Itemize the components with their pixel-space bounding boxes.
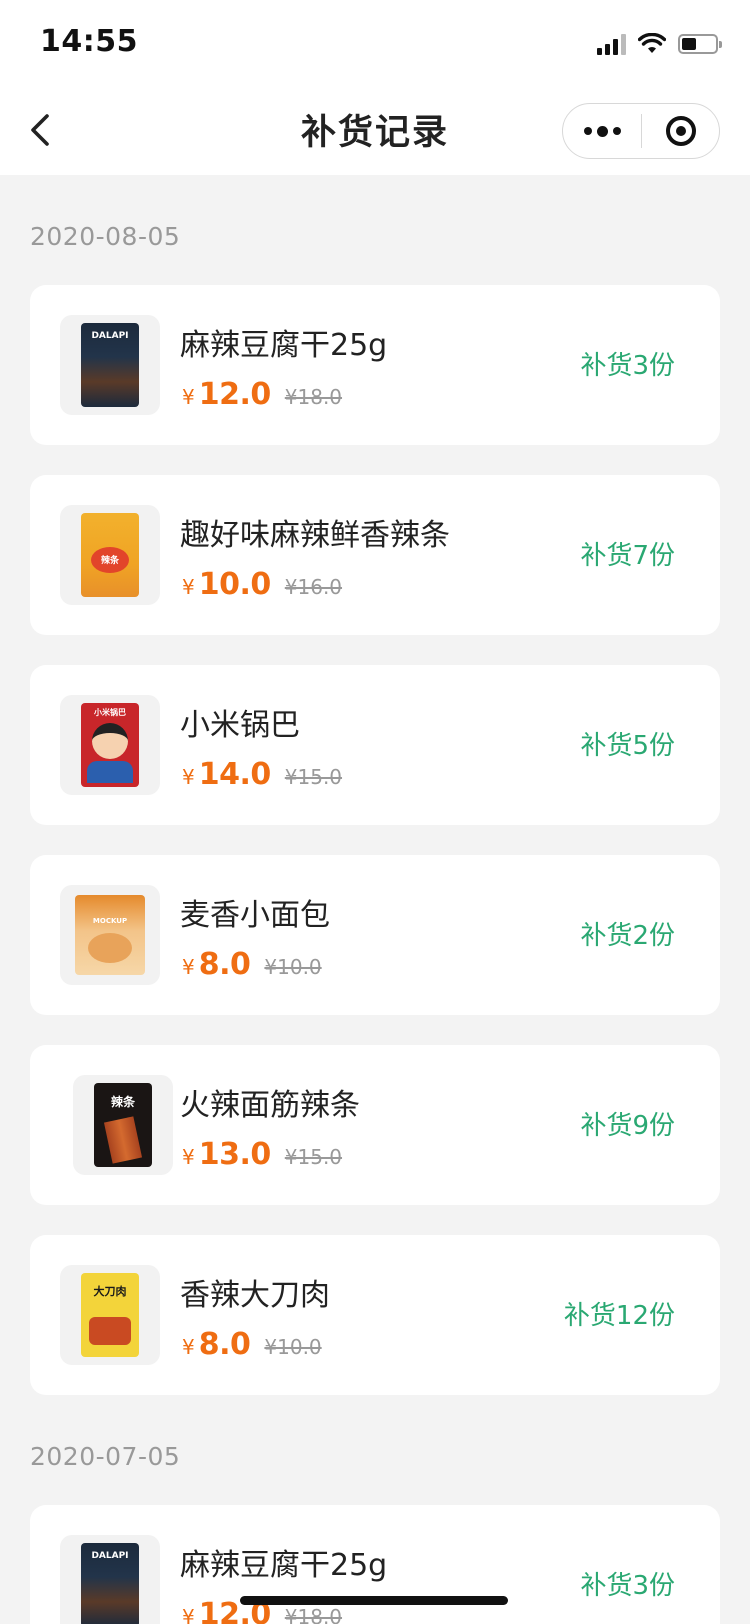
package-brand: MOCKUP xyxy=(92,917,128,925)
home-indicator xyxy=(240,1596,508,1605)
dadao-meat-package-icon: 大刀肉 xyxy=(81,1273,139,1357)
restock-card[interactable]: DALAPI 麻辣豆腐干25g ¥ 12.0 ¥18.0 补货3份 xyxy=(30,285,720,445)
restock-card[interactable]: 大刀肉 香辣大刀肉 ¥ 8.0 ¥10.0 补货12份 xyxy=(30,1235,720,1395)
product-thumbnail: MOCKUP xyxy=(60,885,160,985)
product-name: 香辣大刀肉 xyxy=(180,1278,330,1313)
product-thumbnail: 辣条 xyxy=(73,1075,173,1175)
package-brand: 辣条 xyxy=(100,556,119,566)
restock-card[interactable]: 辣条 趣好味麻辣鲜香辣条 ¥ 10.0 ¥16.0 补货7份 xyxy=(30,475,720,635)
currency-symbol: ¥ xyxy=(182,385,195,409)
close-miniprogram-icon[interactable] xyxy=(642,104,719,158)
original-price: ¥18.0 xyxy=(284,1605,343,1624)
currency-symbol: ¥ xyxy=(182,955,195,979)
battery-icon xyxy=(678,34,722,54)
price-row: ¥ 8.0 ¥10.0 xyxy=(182,1327,322,1362)
product-name: 麻辣豆腐干25g xyxy=(180,1548,388,1583)
group-date: 2020-08-05 xyxy=(30,222,181,251)
top-bar: 14:55 补货记录 xyxy=(0,0,750,175)
dried-tofu-package-icon: DALAPI xyxy=(81,323,139,407)
sale-price: 8.0 xyxy=(198,1327,251,1362)
gluten-strip-package-icon: 辣条 xyxy=(94,1083,152,1167)
package-brand: 小米锅巴 xyxy=(94,708,126,717)
original-price: ¥15.0 xyxy=(284,1145,343,1169)
restock-records-page: 14:55 补货记录 2020-08-05 DALAPI 麻辣豆腐干25g ¥ … xyxy=(0,0,750,1624)
currency-symbol: ¥ xyxy=(182,765,195,789)
package-brand: 辣条 xyxy=(110,1095,135,1109)
dried-tofu-package-icon: DALAPI xyxy=(81,1543,139,1624)
restock-quantity: 补货9份 xyxy=(580,1111,675,1141)
original-price: ¥18.0 xyxy=(284,385,343,409)
spicy-strip-package-icon: 辣条 xyxy=(81,513,139,597)
product-thumbnail: DALAPI xyxy=(60,1535,160,1624)
status-icons xyxy=(597,30,722,58)
restock-quantity: 补货12份 xyxy=(563,1301,675,1331)
sale-price: 8.0 xyxy=(198,947,251,982)
currency-symbol: ¥ xyxy=(182,1605,195,1624)
sale-price: 13.0 xyxy=(198,1137,272,1172)
bread-package-icon: MOCKUP xyxy=(75,895,145,975)
currency-symbol: ¥ xyxy=(182,575,195,599)
product-name: 趣好味麻辣鲜香辣条 xyxy=(180,518,450,553)
currency-symbol: ¥ xyxy=(182,1145,195,1169)
price-row: ¥ 8.0 ¥10.0 xyxy=(182,947,322,982)
restock-card[interactable]: DALAPI 麻辣豆腐干25g ¥ 12.0 ¥18.0 补货3份 xyxy=(30,1505,720,1624)
rice-crust-package-icon: 小米锅巴 xyxy=(81,703,139,787)
more-options-icon[interactable] xyxy=(563,104,641,158)
restock-card[interactable]: 小米锅巴 小米锅巴 ¥ 14.0 ¥15.0 补货5份 xyxy=(30,665,720,825)
sale-price: 14.0 xyxy=(198,757,272,792)
signal-icon xyxy=(597,33,626,55)
currency-symbol: ¥ xyxy=(182,1335,195,1359)
original-price: ¥15.0 xyxy=(284,765,343,789)
restock-quantity: 补货5份 xyxy=(580,731,675,761)
wifi-icon xyxy=(638,33,666,53)
product-thumbnail: 大刀肉 xyxy=(60,1265,160,1365)
package-brand: DALAPI xyxy=(91,331,129,341)
restock-quantity: 补货3份 xyxy=(580,1571,675,1601)
original-price: ¥16.0 xyxy=(284,575,343,599)
package-brand: DALAPI xyxy=(91,1551,129,1561)
product-thumbnail: DALAPI xyxy=(60,315,160,415)
price-row: ¥ 13.0 ¥15.0 xyxy=(182,1137,342,1172)
product-thumbnail: 辣条 xyxy=(60,505,160,605)
restock-card[interactable]: MOCKUP 麦香小面包 ¥ 8.0 ¥10.0 补货2份 xyxy=(30,855,720,1015)
restock-quantity: 补货2份 xyxy=(580,921,675,951)
restock-card[interactable]: 辣条 火辣面筋辣条 ¥ 13.0 ¥15.0 补货9份 xyxy=(30,1045,720,1205)
group-date: 2020-07-05 xyxy=(30,1442,181,1471)
restock-quantity: 补货7份 xyxy=(580,541,675,571)
original-price: ¥10.0 xyxy=(264,955,322,979)
product-name: 小米锅巴 xyxy=(180,708,300,743)
price-row: ¥ 10.0 ¥16.0 xyxy=(182,567,342,602)
package-brand: 大刀肉 xyxy=(93,1285,127,1298)
price-row: ¥ 12.0 ¥18.0 xyxy=(182,377,342,412)
product-thumbnail: 小米锅巴 xyxy=(60,695,160,795)
original-price: ¥10.0 xyxy=(264,1335,322,1359)
mini-program-capsule xyxy=(562,103,720,159)
sale-price: 10.0 xyxy=(198,567,272,602)
price-row: ¥ 14.0 ¥15.0 xyxy=(182,757,342,792)
product-name: 麻辣豆腐干25g xyxy=(180,328,388,363)
restock-quantity: 补货3份 xyxy=(580,351,675,381)
status-time: 14:55 xyxy=(40,24,138,59)
product-name: 麦香小面包 xyxy=(180,898,330,933)
product-name: 火辣面筋辣条 xyxy=(180,1088,360,1123)
sale-price: 12.0 xyxy=(198,377,272,412)
